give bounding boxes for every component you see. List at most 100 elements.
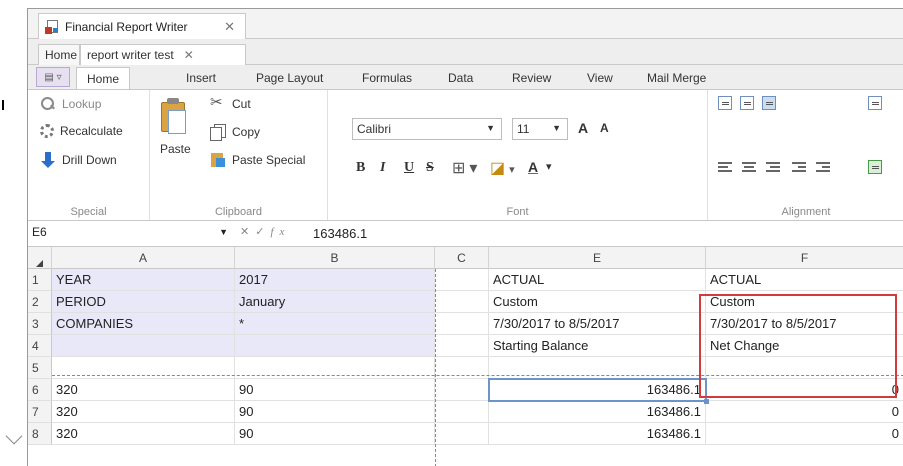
grow-font-button[interactable]: A xyxy=(578,120,588,136)
ribbon-tab-view[interactable]: View xyxy=(587,67,613,89)
font-size-select[interactable]: 11 ▼ xyxy=(512,118,568,140)
table-cell[interactable]: 90 xyxy=(235,401,435,423)
table-cell[interactable] xyxy=(435,401,489,423)
table-cell[interactable]: 163486.1 xyxy=(489,401,706,423)
table-cell[interactable]: Starting Balance xyxy=(489,335,706,357)
wrap-text-icon[interactable] xyxy=(868,96,882,110)
row-header[interactable]: 2 xyxy=(28,291,52,313)
table-cell[interactable] xyxy=(52,335,235,357)
group-caption-clipboard: Clipboard xyxy=(214,206,263,218)
table-cell[interactable]: 90 xyxy=(235,379,435,401)
active-cell-e6[interactable] xyxy=(488,378,709,404)
column-header-b[interactable]: B xyxy=(235,247,435,269)
table-cell[interactable]: ACTUAL xyxy=(706,269,903,291)
tab-financial-report-writer[interactable]: Financial Report Writer ✕ xyxy=(38,13,246,39)
report-app-icon xyxy=(45,19,61,34)
row-header[interactable]: 8 xyxy=(28,423,52,445)
table-cell[interactable]: * xyxy=(235,313,435,335)
tab-report-writer-test[interactable]: report writer test ✕ xyxy=(80,44,246,65)
drill-down-label: Drill Down xyxy=(62,153,117,167)
row-header[interactable]: 4 xyxy=(28,335,52,357)
table-cell[interactable]: PERIOD xyxy=(52,291,235,313)
recalculate-button[interactable]: Recalculate xyxy=(40,124,123,138)
ribbon-tab-formulas[interactable]: Formulas xyxy=(362,67,412,89)
italic-button[interactable]: I xyxy=(380,160,385,176)
underline-button[interactable]: U xyxy=(404,160,414,176)
row-header[interactable]: 6 xyxy=(28,379,52,401)
table-cell[interactable]: YEAR xyxy=(52,269,235,291)
table-cell[interactable] xyxy=(435,335,489,357)
fill-color-button[interactable]: ◪ ▾ xyxy=(490,158,515,178)
bold-button[interactable]: B xyxy=(356,160,365,176)
column-header-f[interactable]: F xyxy=(706,247,903,269)
chevron-down-icon[interactable]: ▾ xyxy=(546,160,552,173)
paste-special-button[interactable]: Paste Special xyxy=(210,152,305,168)
formula-bar-icons[interactable]: ✕✓fx xyxy=(240,225,290,238)
table-cell[interactable]: 320 xyxy=(52,379,235,401)
paste-button[interactable]: Paste xyxy=(150,90,200,170)
table-cell[interactable] xyxy=(435,291,489,313)
font-color-button[interactable]: A xyxy=(528,159,538,175)
align-bottom-icon[interactable] xyxy=(762,96,776,110)
column-header-e[interactable]: E xyxy=(489,247,706,269)
table-cell[interactable]: Custom xyxy=(489,291,706,313)
ribbon-tab-home[interactable]: Home xyxy=(76,67,131,89)
align-top-icon[interactable] xyxy=(718,96,732,110)
close-icon[interactable]: ✕ xyxy=(224,19,235,35)
ribbon-tab-review[interactable]: Review xyxy=(512,67,551,89)
table-cell[interactable]: 0 xyxy=(706,401,903,423)
ribbon-tab-insert[interactable]: Insert xyxy=(186,67,216,89)
table-cell[interactable] xyxy=(235,335,435,357)
table-cell[interactable]: 0 xyxy=(706,423,903,445)
table-cell[interactable]: ACTUAL xyxy=(489,269,706,291)
copy-button[interactable]: Copy xyxy=(210,124,261,141)
column-header-a[interactable]: A xyxy=(52,247,235,269)
align-middle-icon[interactable] xyxy=(740,96,754,110)
ribbon-tab-page-layout[interactable]: Page Layout xyxy=(256,67,323,89)
window-corner-mark xyxy=(5,427,23,445)
table-cell[interactable] xyxy=(435,269,489,291)
align-right-icon[interactable] xyxy=(766,162,780,174)
lookup-button[interactable]: Lookup xyxy=(40,96,101,112)
ribbon-tab-label: Review xyxy=(512,71,552,85)
name-box[interactable]: E6 ▼ xyxy=(32,225,232,243)
chevron-down-icon[interactable]: ▼ xyxy=(219,227,228,237)
row-header[interactable]: 1 xyxy=(28,269,52,291)
align-left-icon[interactable] xyxy=(718,162,732,174)
increase-indent-icon[interactable] xyxy=(816,162,830,174)
select-all-corner[interactable] xyxy=(28,247,52,269)
decrease-indent-icon[interactable] xyxy=(792,162,806,174)
borders-button[interactable]: ⊞ ▾ xyxy=(452,158,477,178)
table-cell[interactable]: 320 xyxy=(52,401,235,423)
column-header-c[interactable]: C xyxy=(435,247,489,269)
table-cell[interactable]: 320 xyxy=(52,423,235,445)
row-header[interactable]: 3 xyxy=(28,313,52,335)
table-cell[interactable]: January xyxy=(235,291,435,313)
table-cell[interactable]: COMPANIES xyxy=(52,313,235,335)
lookup-label: Lookup xyxy=(62,97,102,111)
strikethrough-button[interactable]: S xyxy=(426,160,434,176)
close-icon[interactable]: ✕ xyxy=(184,48,194,62)
table-cell[interactable]: 90 xyxy=(235,423,435,445)
merge-cells-icon[interactable] xyxy=(868,160,882,174)
table-cell[interactable]: 2017 xyxy=(235,269,435,291)
application-menu-button[interactable]: ▤ ▿ xyxy=(36,67,70,87)
table-cell[interactable] xyxy=(435,313,489,335)
table-cell[interactable] xyxy=(435,423,489,445)
formula-input[interactable]: 163486.1 xyxy=(313,226,367,241)
row-header[interactable]: 7 xyxy=(28,401,52,423)
font-name-select[interactable]: Calibri ▼ xyxy=(352,118,502,140)
paste-label: Paste xyxy=(160,142,191,156)
ribbon-tab-data[interactable]: Data xyxy=(448,67,473,89)
ribbon-tab-mail-merge[interactable]: Mail Merge xyxy=(647,67,706,89)
table-cell[interactable]: 163486.1 xyxy=(489,423,706,445)
drill-down-button[interactable]: Drill Down xyxy=(40,152,117,168)
table-cell[interactable]: 7/30/2017 to 8/5/2017 xyxy=(489,313,706,335)
row-header[interactable]: 5 xyxy=(28,357,52,379)
shrink-font-button[interactable]: A xyxy=(600,121,609,135)
cut-button[interactable]: Cut xyxy=(210,93,251,112)
table-cell[interactable] xyxy=(435,379,489,401)
copy-label: Copy xyxy=(232,125,261,139)
tab-home[interactable]: Home xyxy=(38,44,80,65)
align-center-icon[interactable] xyxy=(742,162,756,174)
